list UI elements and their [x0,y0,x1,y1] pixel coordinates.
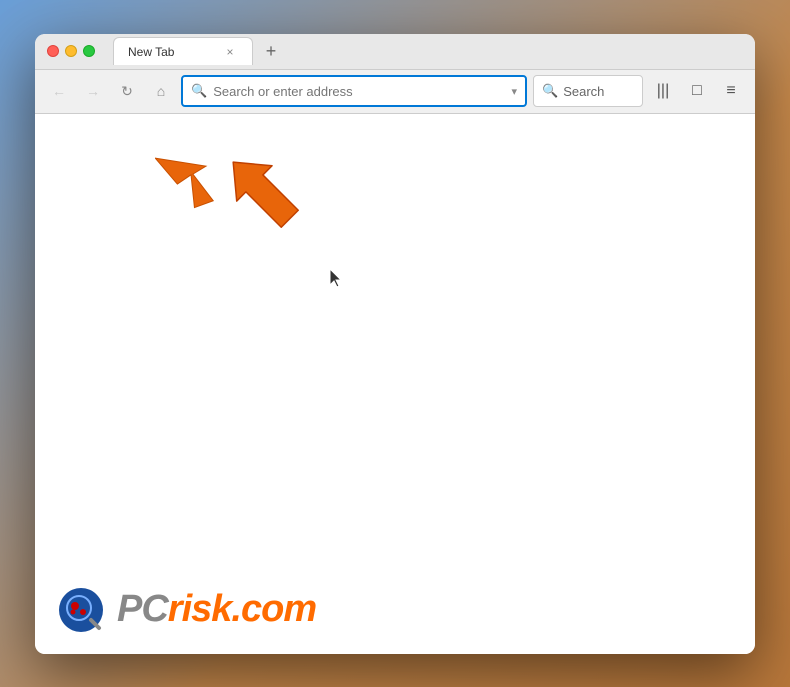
dotcom-text: .com [231,588,316,630]
pc-text: PC [117,588,168,630]
home-button[interactable]: ⌂ [147,77,175,105]
new-tab-button[interactable]: + [257,37,285,65]
nav-bar: ← → ↻ ⌂ 🔍 ▾ 🔍 Search ||| □ ≡ [35,70,755,114]
address-bar-input[interactable] [213,84,505,99]
mouse-cursor [330,269,342,287]
pcrisk-icon [55,584,105,634]
sidebar-button[interactable]: □ [683,77,711,105]
active-tab[interactable]: New Tab × [113,37,253,65]
minimize-button[interactable] [65,45,77,57]
back-button[interactable]: ← [45,77,73,105]
search-box-icon: 🔍 [542,83,558,99]
risk-text: risk [168,588,232,630]
address-search-icon: 🔍 [191,83,207,99]
page-content: PCrisk.com [35,114,755,654]
maximize-button[interactable] [83,45,95,57]
search-box-label: Search [563,84,604,99]
browser-window: New Tab × + ← → ↻ ⌂ 🔍 ▾ 🔍 Search ||| □ ≡ [35,34,755,654]
tab-area: New Tab × + [113,37,743,65]
directional-arrow [215,144,315,249]
nav-extra-icons: ||| □ ≡ [649,77,745,105]
watermark: PCrisk.com [55,584,316,634]
pcrisk-text: PCrisk.com [117,590,316,628]
reload-button[interactable]: ↻ [113,77,141,105]
title-bar: New Tab × + [35,34,755,70]
tab-title: New Tab [128,45,214,59]
address-bar-container[interactable]: 🔍 ▾ [181,75,527,107]
close-button[interactable] [47,45,59,57]
dropdown-icon[interactable]: ▾ [511,85,517,98]
forward-button[interactable]: → [79,77,107,105]
tab-close-button[interactable]: × [222,44,238,60]
library-button[interactable]: ||| [649,77,677,105]
menu-button[interactable]: ≡ [717,77,745,105]
traffic-lights [47,45,95,57]
search-box[interactable]: 🔍 Search [533,75,643,107]
